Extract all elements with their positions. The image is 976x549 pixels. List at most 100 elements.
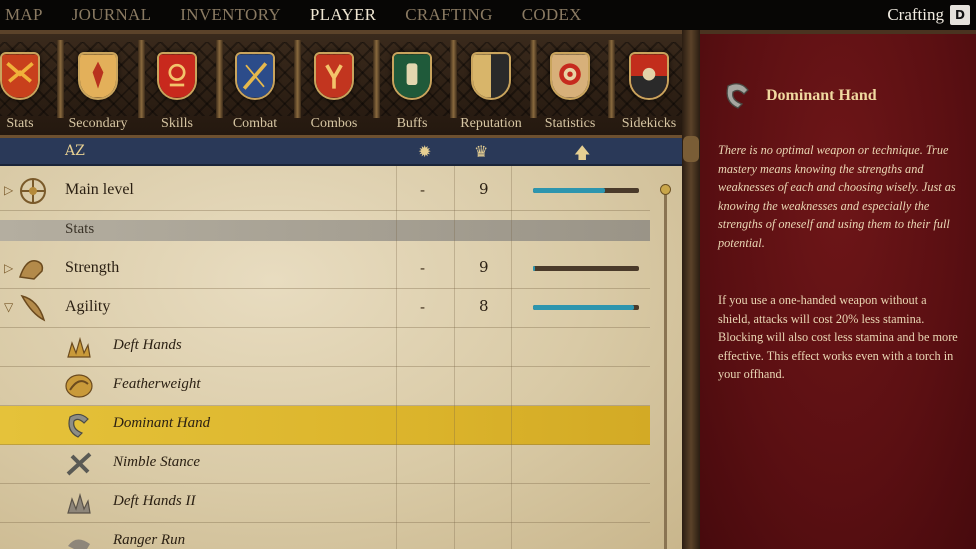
tab-reputation[interactable]: Reputation [453, 34, 529, 138]
stats-shield-icon [0, 52, 40, 100]
perk-row-nimble-stance[interactable]: Nimble Stance [0, 445, 650, 484]
tab-stats[interactable]: Stats [0, 34, 58, 138]
nav-crafting[interactable]: CRAFTING [405, 5, 492, 25]
section-header-stats: Stats [0, 220, 650, 241]
perk-name: Nimble Stance [113, 454, 201, 470]
expand-caret-icon[interactable]: ▷ [4, 261, 13, 275]
progress-bar [533, 266, 639, 271]
featherweight-perk-icon [62, 370, 96, 402]
sun-buff-icon[interactable]: ✹ [418, 142, 431, 161]
perk-row-deft-hands-ii[interactable]: Deft Hands II [0, 484, 650, 523]
combat-shield-icon [235, 52, 275, 100]
crafting-indicator[interactable]: Crafting D [887, 0, 976, 30]
section-label: Stats [65, 221, 95, 237]
crown-level-icon[interactable]: ♛ [474, 142, 488, 161]
row-name: Strength [65, 259, 120, 276]
tab-combos[interactable]: Combos [296, 34, 372, 138]
keybind-d-icon: D [950, 5, 970, 25]
combos-shield-icon [314, 52, 354, 100]
column-divider [511, 166, 512, 549]
tab-sidekicks-label: Sidekicks [621, 116, 677, 131]
row-main-level[interactable]: ▷ Main level - 9 [0, 172, 650, 211]
perk-name: Ranger Run [113, 532, 186, 548]
tab-statistics[interactable]: Statistics [532, 34, 608, 138]
sort-alpha-icon[interactable]: AZ [65, 143, 85, 159]
perk-name: Featherweight [113, 376, 201, 392]
perk-name: Deft Hands [113, 337, 182, 353]
tab-combat[interactable]: Combat [217, 34, 293, 138]
progress-bar [533, 188, 639, 193]
tab-buffs-label: Buffs [396, 116, 428, 131]
ranger-run-perk-icon [62, 526, 96, 549]
hands-perk-icon [62, 331, 96, 363]
nav-map[interactable]: MAP [5, 5, 43, 25]
perk-row-featherweight[interactable]: Featherweight [0, 367, 650, 406]
row-modifier: - [420, 259, 426, 277]
detail-description: If you use a one-handed weapon without a… [718, 293, 958, 382]
perk-name: Deft Hands II [113, 493, 196, 509]
top-nav: MAP JOURNAL INVENTORY PLAYER CRAFTING CO… [0, 0, 611, 30]
compass-icon [16, 175, 50, 207]
top-menu-bar: MAP JOURNAL INVENTORY PLAYER CRAFTING CO… [0, 0, 976, 30]
sidekicks-shield-icon [629, 52, 669, 100]
agility-feather-icon [16, 292, 50, 324]
category-rail: Stats Secondary Skills Combat Combos Buf… [0, 30, 694, 138]
column-divider [454, 166, 455, 549]
row-value: 9 [479, 180, 489, 198]
column-divider [396, 166, 397, 549]
progress-fill [533, 305, 634, 310]
tab-stats-label: Stats [6, 116, 34, 131]
expand-caret-icon[interactable]: ▷ [4, 183, 13, 197]
detail-title: Dominant Hand [766, 87, 877, 104]
nimble-stance-perk-icon [62, 448, 96, 480]
scrollbar-track[interactable] [664, 184, 667, 549]
strength-arm-icon [16, 253, 50, 285]
tab-combat-label: Combat [232, 116, 278, 131]
table-header: AZ ✹ ♛ 🡅 [0, 138, 682, 166]
progress-bar [533, 305, 639, 310]
nav-journal[interactable]: JOURNAL [72, 5, 152, 25]
row-modifier: - [420, 181, 426, 199]
perk-row-dominant-hand[interactable]: Dominant Hand [0, 406, 650, 445]
collapse-caret-icon[interactable]: ▽ [4, 300, 13, 314]
dominant-hand-perk-icon [62, 409, 96, 441]
buffs-shield-icon [392, 52, 432, 100]
stats-list: ▷ Main level - 9 Stats ▷ Strength - 9 ▽ … [0, 166, 682, 549]
skills-shield-icon [157, 52, 197, 100]
secondary-shield-icon [78, 52, 118, 100]
row-name: Main level [65, 181, 134, 198]
tab-sidekicks[interactable]: Sidekicks [611, 34, 687, 138]
nav-codex[interactable]: CODEX [522, 5, 582, 25]
tab-combos-label: Combos [310, 116, 358, 131]
row-agility[interactable]: ▽ Agility - 8 [0, 289, 650, 328]
dominant-hand-icon [720, 78, 756, 114]
row-modifier: - [420, 298, 426, 316]
tab-reputation-label: Reputation [460, 116, 522, 131]
detail-header: Dominant Hand [720, 78, 877, 114]
hands-ii-perk-icon [62, 487, 96, 519]
row-value: 8 [479, 297, 489, 315]
nav-inventory[interactable]: INVENTORY [180, 5, 281, 25]
perk-detail-panel: Dominant Hand There is no optimal weapon… [700, 30, 976, 549]
divider-ornament [683, 136, 699, 162]
row-value: 9 [479, 258, 489, 276]
panel-divider [682, 30, 700, 549]
perk-row-ranger-run[interactable]: Ranger Run [0, 523, 650, 549]
tab-secondary[interactable]: Secondary [60, 34, 136, 138]
nav-player[interactable]: PLAYER [310, 5, 376, 25]
row-name: Agility [65, 298, 111, 315]
arrow-up-progress-icon[interactable]: 🡅 [574, 142, 590, 169]
progress-fill [533, 266, 536, 271]
statistics-shield-icon [550, 52, 590, 100]
crafting-label: Crafting [887, 5, 944, 24]
detail-quote: There is no optimal weapon or technique.… [718, 143, 956, 250]
scrollbar-thumb[interactable] [660, 184, 671, 195]
row-strength[interactable]: ▷ Strength - 9 [0, 250, 650, 289]
perk-row-deft-hands[interactable]: Deft Hands [0, 328, 650, 367]
tab-statistics-label: Statistics [544, 116, 596, 131]
perk-name: Dominant Hand [113, 415, 211, 431]
progress-fill [533, 188, 606, 193]
reputation-shield-icon [471, 52, 511, 100]
tab-skills[interactable]: Skills [139, 34, 215, 138]
tab-buffs[interactable]: Buffs [374, 34, 450, 138]
